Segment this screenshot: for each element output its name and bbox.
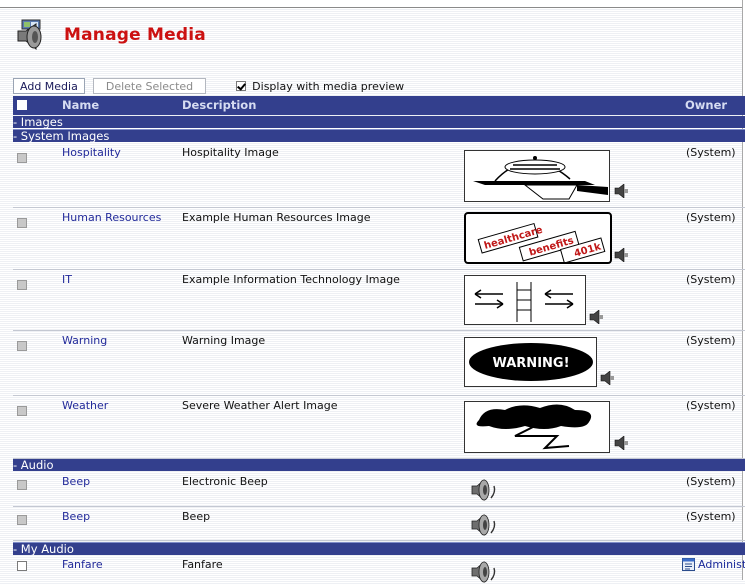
table-header: Name Description Owner — [13, 96, 745, 115]
page-title: Manage Media — [64, 25, 206, 45]
window-top-edge — [0, 0, 745, 8]
table-row: Weather Severe Weather Alert Image (Syst… — [13, 396, 745, 459]
page-header: Manage Media — [14, 18, 206, 52]
media-description: Hospitality Image — [182, 146, 279, 159]
table-row: Human Resources Example Human Resources … — [13, 208, 745, 270]
delete-selected-button[interactable]: Delete Selected — [92, 78, 207, 94]
table-row: Beep Beep (System) — [13, 507, 745, 541]
media-owner-link[interactable]: Administ — [682, 558, 745, 571]
row-checkbox[interactable] — [17, 153, 27, 163]
row-checkbox[interactable] — [17, 218, 27, 228]
group-audio[interactable]: - Audio — [13, 459, 745, 471]
media-name-link[interactable]: Weather — [62, 399, 108, 412]
column-header-owner[interactable]: Owner — [685, 98, 727, 112]
weather-preview-image — [464, 401, 610, 453]
media-name-link[interactable]: Human Resources — [62, 211, 161, 224]
media-name-link[interactable]: Fanfare — [62, 558, 103, 571]
media-preview-checkbox[interactable] — [236, 81, 247, 91]
media-owner: (System) — [686, 273, 736, 286]
play-audio-icon[interactable] — [588, 310, 604, 324]
table-row: Fanfare Fanfare Administ — [13, 555, 745, 583]
media-name-link[interactable]: Beep — [62, 510, 90, 523]
hospitality-preview-image — [464, 150, 610, 202]
play-audio-icon[interactable] — [613, 248, 629, 262]
play-audio-icon[interactable] — [599, 371, 615, 385]
group-images[interactable]: - Images — [13, 116, 745, 128]
media-description: Fanfare — [182, 558, 223, 571]
user-card-icon — [682, 558, 695, 571]
media-owner: (System) — [686, 510, 736, 523]
media-description: Beep — [182, 510, 211, 523]
media-description: Example Human Resources Image — [182, 211, 371, 224]
preview-text: WARNING! — [492, 356, 569, 371]
group-my-audio[interactable]: - My Audio — [13, 542, 745, 555]
media-name-link[interactable]: Beep — [62, 475, 90, 488]
select-all-checkbox[interactable] — [17, 100, 27, 110]
media-name-link[interactable]: IT — [62, 273, 72, 286]
media-owner: (System) — [686, 211, 736, 224]
row-checkbox[interactable] — [17, 341, 27, 351]
audio-speaker-icon[interactable] — [468, 513, 498, 537]
audio-speaker-icon[interactable] — [468, 478, 498, 502]
row-checkbox[interactable] — [17, 515, 27, 525]
media-description: Warning Image — [182, 334, 266, 347]
it-preview-image — [464, 275, 586, 325]
media-preview-toggle[interactable]: Display with media preview — [236, 80, 404, 93]
media-owner: Administ — [698, 558, 745, 571]
human-resources-preview-image: healthcare benefits 401k — [464, 212, 612, 264]
play-audio-icon[interactable] — [613, 436, 629, 450]
table-row: IT Example Information Technology Image … — [13, 270, 745, 331]
row-checkbox[interactable] — [17, 561, 27, 571]
column-header-description[interactable]: Description — [182, 98, 256, 112]
table-row: Beep Electronic Beep (System) — [13, 472, 745, 507]
media-owner: (System) — [686, 146, 736, 159]
media-preview-label: Display with media preview — [252, 79, 405, 93]
add-media-button[interactable]: Add Media — [13, 78, 85, 94]
row-checkbox[interactable] — [17, 280, 27, 290]
play-audio-icon[interactable] — [613, 184, 629, 198]
column-header-name[interactable]: Name — [62, 98, 99, 112]
media-description: Example Information Technology Image — [182, 273, 400, 286]
audio-speaker-icon[interactable] — [468, 560, 498, 584]
warning-preview-image: WARNING! — [464, 337, 597, 387]
media-owner: (System) — [686, 334, 736, 347]
media-owner: (System) — [686, 399, 736, 412]
media-name-link[interactable]: Warning — [62, 334, 107, 347]
table-row: Warning Warning Image WARNING! (System) — [13, 331, 745, 396]
media-description: Severe Weather Alert Image — [182, 399, 338, 412]
media-description: Electronic Beep — [182, 475, 268, 488]
media-name-link[interactable]: Hospitality — [62, 146, 121, 159]
row-checkbox[interactable] — [17, 480, 27, 490]
media-owner: (System) — [686, 475, 736, 488]
group-system-images[interactable]: - System Images — [13, 129, 745, 142]
toolbar: Add Media Delete Selected Display with m… — [13, 77, 404, 95]
table-row: Hospitality Hospitality Image (System) — [13, 143, 745, 208]
row-checkbox[interactable] — [17, 406, 27, 416]
media-speaker-icon — [17, 19, 42, 51]
